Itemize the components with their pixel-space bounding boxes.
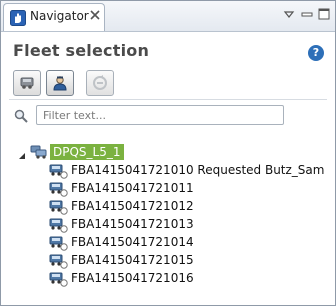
fleet-group-icon bbox=[30, 144, 48, 163]
vehicle-label: FBA1415041721013 bbox=[71, 217, 194, 231]
tree-item-vehicle[interactable]: FBA1415041721011 bbox=[48, 180, 308, 198]
vehicle-label: FBA1415041721010 Requested Butz_Sam bbox=[71, 163, 325, 177]
page-title: Fleet selection bbox=[13, 41, 150, 60]
vehicle-label: FBA1415041721016 bbox=[71, 271, 194, 285]
maximize-icon[interactable] bbox=[317, 7, 331, 21]
tree-root-fleet[interactable]: DPQS_L5_1 bbox=[50, 144, 124, 160]
help-icon[interactable]: ? bbox=[308, 45, 324, 61]
tree-item-vehicle[interactable]: FBA1415041721010 Requested Butz_Sam bbox=[48, 162, 324, 180]
tab-label: Navigator bbox=[30, 9, 89, 23]
navigator-window: Navigator Fleet selection ? Filter text.… bbox=[0, 0, 336, 306]
tree-item-vehicle[interactable]: FBA1415041721015 bbox=[48, 252, 308, 270]
vehicle-label: FBA1415041721012 bbox=[71, 199, 194, 213]
vehicle-label: FBA1415041721011 bbox=[71, 181, 194, 195]
vehicle-mode-button[interactable] bbox=[13, 70, 41, 96]
vehicle-status-icon bbox=[48, 271, 68, 290]
tree-item-vehicle[interactable]: FBA1415041721013 bbox=[48, 216, 308, 234]
vehicle-label: FBA1415041721015 bbox=[71, 253, 194, 267]
search-icon bbox=[14, 109, 28, 126]
tree-item-vehicle[interactable]: FBA1415041721014 bbox=[48, 234, 308, 252]
tree-item-vehicle[interactable]: FBA1415041721016 bbox=[48, 270, 308, 288]
filter-input[interactable] bbox=[36, 105, 284, 125]
view-menu-icon[interactable] bbox=[282, 7, 296, 21]
close-icon[interactable] bbox=[89, 9, 101, 21]
refresh-button[interactable] bbox=[86, 70, 114, 96]
driver-mode-button[interactable] bbox=[46, 70, 74, 96]
navigator-tab[interactable]: Navigator bbox=[3, 3, 105, 31]
navigator-hand-icon bbox=[10, 10, 26, 26]
expand-collapse-icon[interactable] bbox=[18, 149, 26, 159]
toolbar-divider bbox=[9, 99, 327, 100]
minimize-icon[interactable] bbox=[300, 7, 314, 21]
vehicle-label: FBA1415041721014 bbox=[71, 235, 194, 249]
tree-item-vehicle[interactable]: FBA1415041721012 bbox=[48, 198, 308, 216]
view-tab-bar: Navigator bbox=[1, 1, 335, 32]
